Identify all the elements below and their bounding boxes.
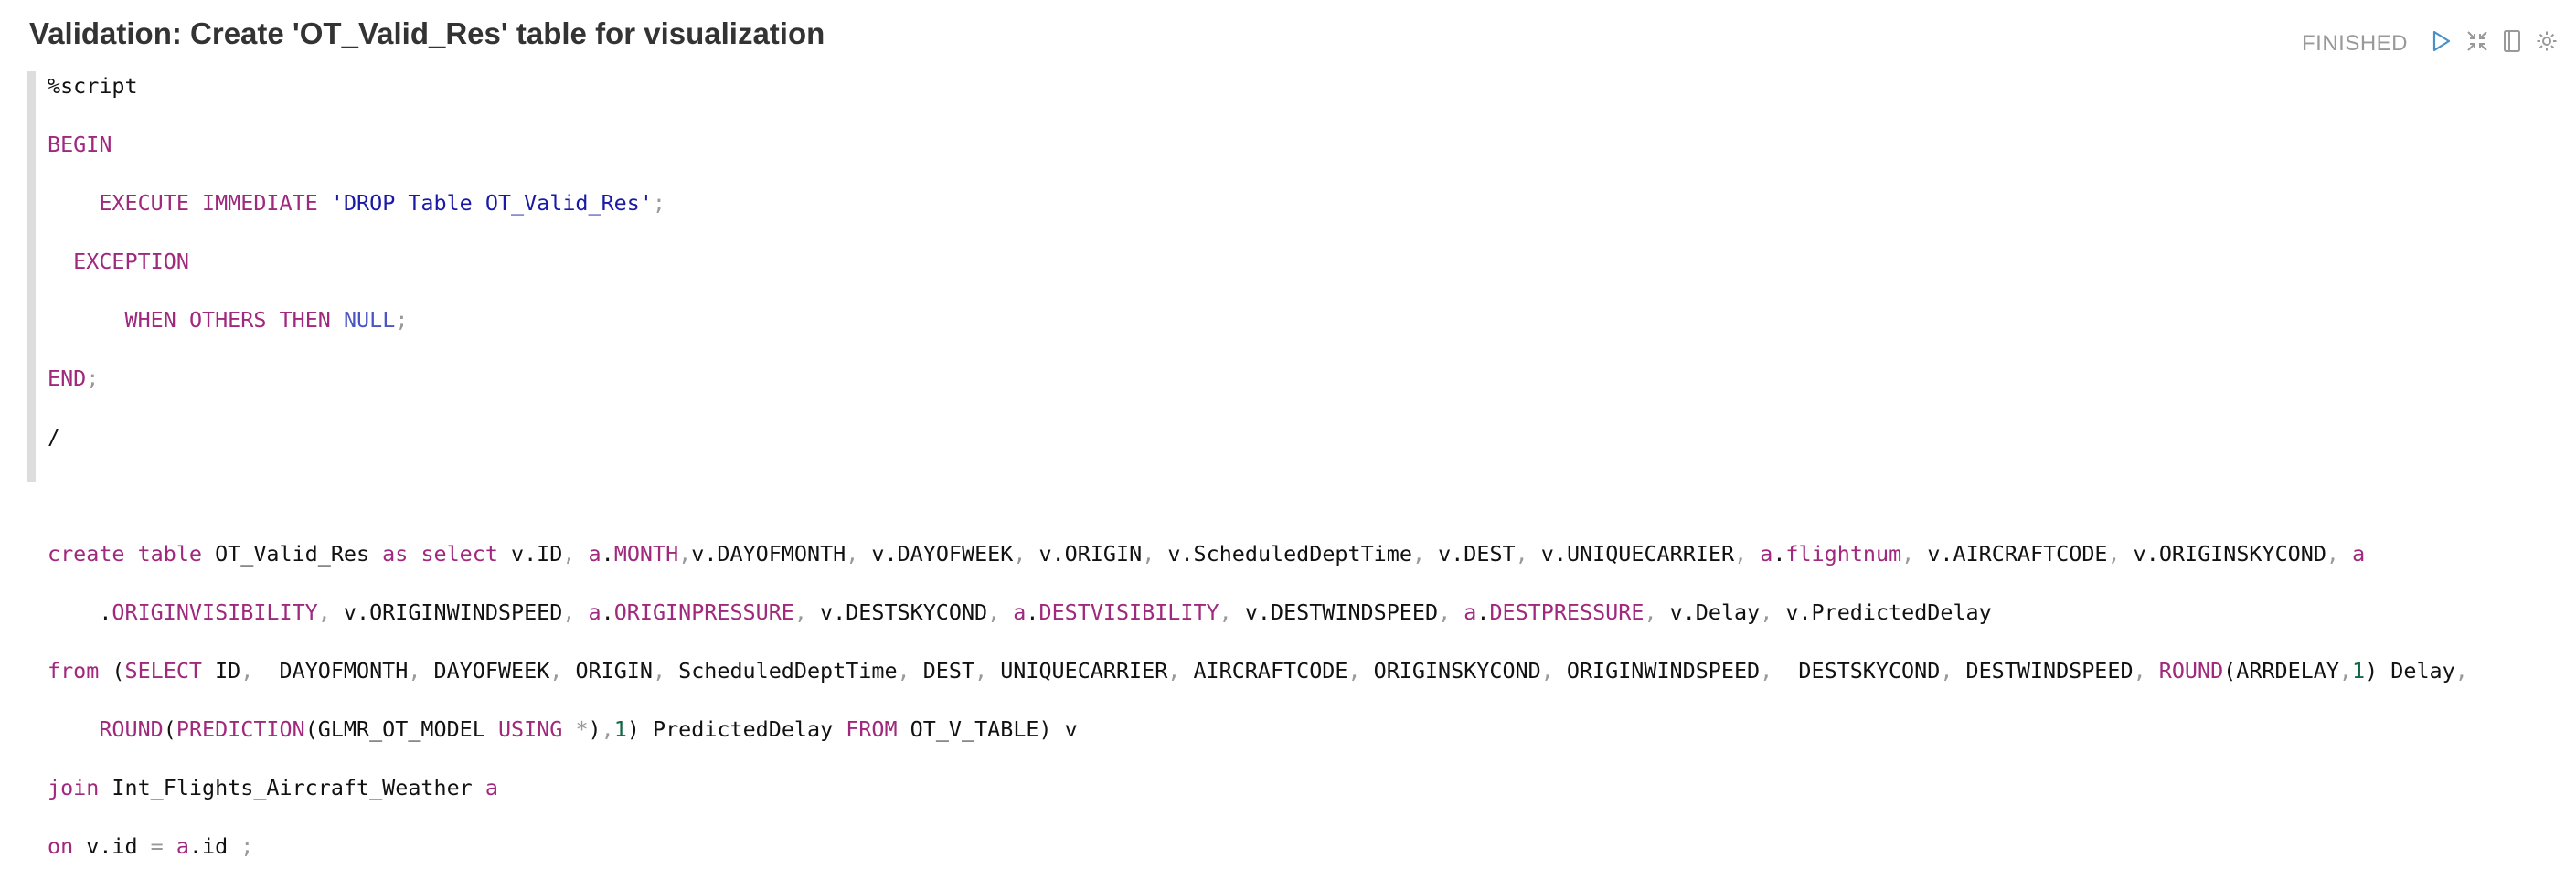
code-line: %script <box>48 73 138 99</box>
code-line: on v.id = a.id ; <box>48 833 254 859</box>
code-line: create table OT_Valid_Res as select v.ID… <box>48 541 2366 567</box>
code-line: .ORIGINVISIBILITY, v.ORIGINWINDSPEED, a.… <box>48 599 1992 625</box>
book-icon[interactable] <box>2503 29 2521 53</box>
code-line: join Int_Flights_Aircraft_Weather a <box>48 775 498 800</box>
code-line: EXECUTE IMMEDIATE 'DROP Table OT_Valid_R… <box>99 190 666 216</box>
code-line: ROUND(PREDICTION(GLMR_OT_MODEL USING *),… <box>99 716 1078 742</box>
code-line: / <box>48 424 61 450</box>
code-line: from (SELECT ID, DAYOFMONTH, DAYOFWEEK, … <box>48 658 2468 683</box>
code-content: %script BEGIN EXECUTE IMMEDIATE 'DROP Ta… <box>36 71 2568 890</box>
paragraph-controls: FINISHED <box>2302 26 2572 57</box>
code-line: EXCEPTION <box>73 249 189 274</box>
play-icon[interactable] <box>2432 30 2452 52</box>
code-line: WHEN OTHERS THEN NULL; <box>124 307 409 333</box>
status-label: FINISHED <box>2302 31 2409 56</box>
paragraph-title: Validation: Create 'OT_Valid_Res' table … <box>29 16 825 50</box>
collapse-arrows-icon[interactable] <box>2466 30 2488 52</box>
code-editor[interactable]: %script BEGIN EXECUTE IMMEDIATE 'DROP Ta… <box>27 71 2568 859</box>
code-line: END; <box>48 366 100 391</box>
gear-icon[interactable] <box>2536 30 2558 52</box>
code-line: BEGIN <box>48 132 112 157</box>
